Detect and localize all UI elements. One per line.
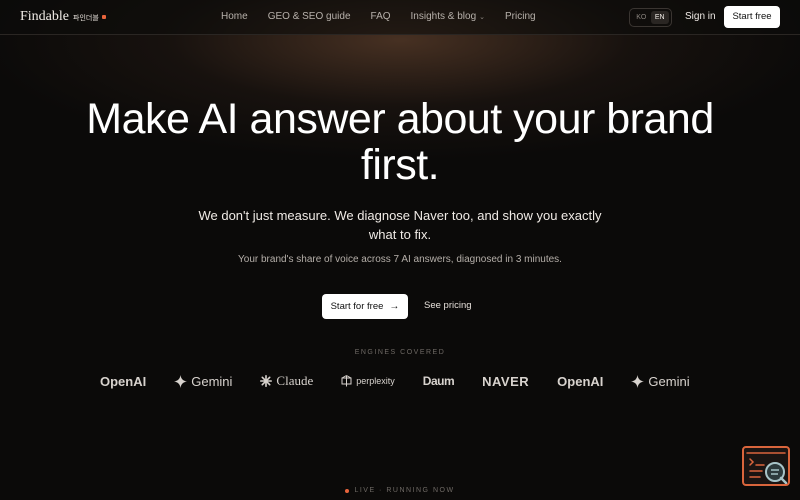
nav-pricing[interactable]: Pricing [505, 11, 536, 22]
see-pricing-link[interactable]: See pricing [424, 300, 472, 311]
nav-geo-seo-guide[interactable]: GEO & SEO guide [268, 11, 351, 22]
hero-title: Make AI answer about your brand first. [40, 96, 760, 188]
engine-naver: NAVER [482, 373, 530, 389]
engine-name: Gemini [191, 373, 233, 389]
lang-en[interactable]: EN [650, 11, 669, 24]
start-free-button[interactable]: Start free [724, 6, 780, 28]
engine-openai-repeat: OpenAI [557, 374, 603, 389]
engine-name: OpenAI [557, 373, 604, 389]
hero-note: Your brand's share of voice across 7 AI … [238, 254, 562, 265]
perplexity-icon [341, 375, 352, 387]
engine-openai: OpenAI [100, 374, 146, 389]
arrow-right-icon: → [389, 301, 400, 312]
logo-korean: 파인더블 [73, 15, 99, 22]
gemini-star-icon [631, 374, 645, 388]
language-toggle: KO EN [629, 8, 672, 27]
engine-name: Claude [276, 373, 314, 388]
engines-label: ENGINES COVERED [354, 349, 446, 356]
engine-name: perplexity [356, 376, 395, 386]
chat-widget-button[interactable] [742, 446, 790, 486]
live-label: LIVE · RUNNING NOW [354, 487, 455, 494]
engine-daum: Daum [422, 374, 455, 388]
engine-name: OpenAI [100, 373, 147, 389]
start-for-free-button[interactable]: Start for free → [322, 294, 408, 319]
nav-faq[interactable]: FAQ [371, 11, 391, 22]
sign-in-link[interactable]: Sign in [685, 11, 716, 22]
gemini-star-icon [174, 374, 188, 388]
main-nav: Home GEO & SEO guide FAQ Insights & blog… [221, 11, 536, 22]
hero-subtitle: We don't just measure. We diagnose Naver… [198, 208, 602, 242]
brand-logo[interactable]: Findable 파인더블 [20, 9, 106, 25]
engine-perplexity: perplexity [341, 375, 395, 387]
start-for-free-label: Start for free [330, 301, 384, 312]
nav-insights-blog[interactable]: Insights & blog ⌄ [411, 11, 485, 22]
engine-gemini-repeat: Gemini [631, 373, 690, 389]
top-nav: Findable 파인더블 Home GEO & SEO guide FAQ I… [0, 0, 800, 35]
live-status: LIVE · RUNNING NOW [340, 487, 460, 494]
engines-strip: OpenAI Gemini Claude perplexity Daum NAV… [100, 368, 706, 394]
engine-name: Gemini [648, 373, 690, 389]
nav-home[interactable]: Home [221, 11, 248, 22]
hero-title-line1: Make AI answer about your brand [86, 95, 714, 143]
logo-wordmark: Findable [20, 9, 69, 24]
engine-gemini: Gemini [174, 374, 232, 389]
chevron-down-icon: ⌄ [479, 14, 486, 21]
engine-claude: Claude [260, 373, 313, 389]
nav-insights-label: Insights & blog [410, 11, 477, 22]
lang-ko[interactable]: KO [632, 11, 651, 24]
claude-burst-icon [260, 375, 273, 387]
terminal-search-icon [746, 452, 788, 485]
hero-title-line2: first. [360, 141, 440, 189]
logo-dot-icon [101, 15, 106, 19]
live-dot-icon [345, 488, 350, 493]
